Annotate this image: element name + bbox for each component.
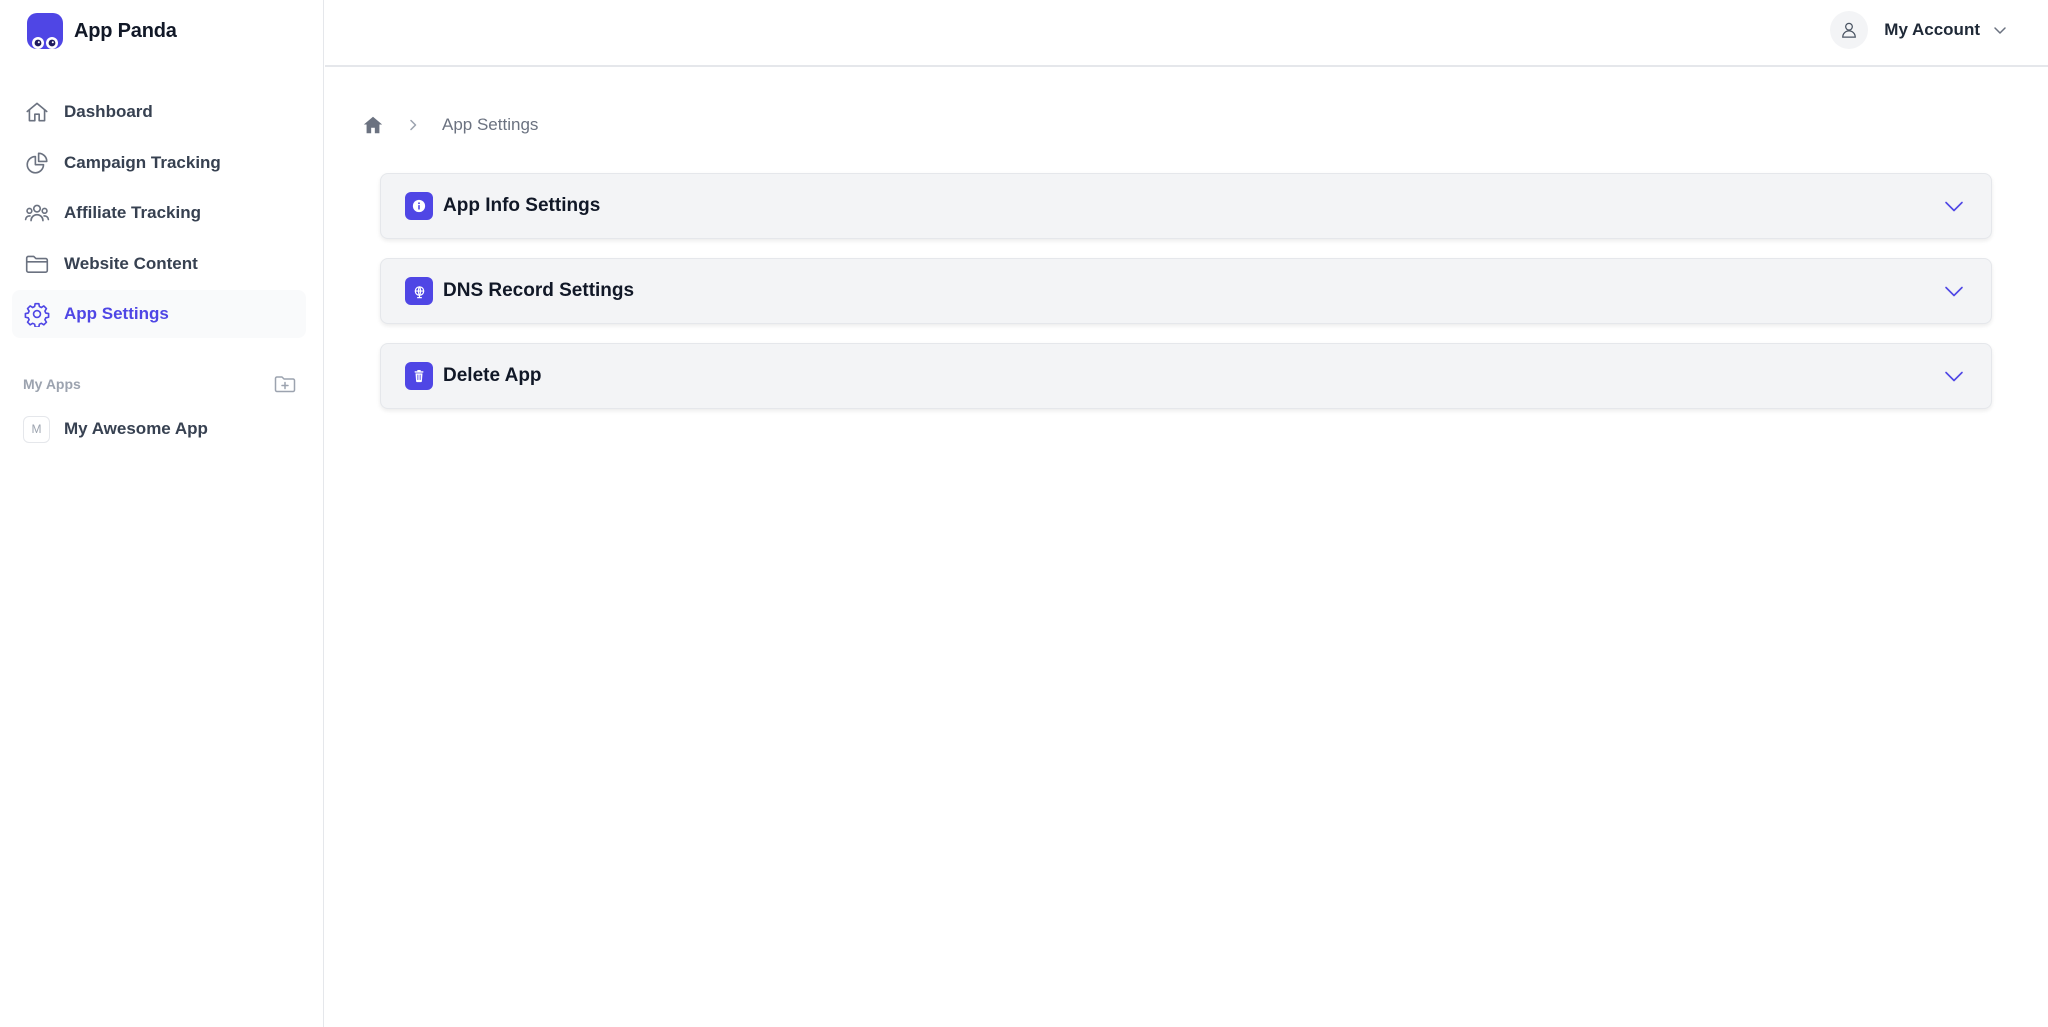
app-initial-badge: M [23,415,50,443]
sidebar-item-label: Affiliate Tracking [64,203,201,222]
my-apps-section-header: My Apps [23,372,297,396]
folder-plus-icon[interactable] [273,372,297,396]
sidebar-item-affiliate-tracking[interactable]: Affiliate Tracking [12,189,306,237]
sidebar-item-label: Dashboard [64,102,153,121]
brand-name: App Panda [74,19,177,42]
my-apps-title: My Apps [23,376,81,392]
chevron-down-icon [1943,195,1965,217]
home-icon [24,99,50,125]
pie-chart-icon [24,150,50,176]
breadcrumb-current: App Settings [442,115,539,134]
section-label: DNS Record Settings [443,280,635,301]
sidebar-item-label: Campaign Tracking [64,152,221,172]
account-menu-button[interactable]: My Account [1830,11,2008,49]
breadcrumb: App Settings [362,112,538,138]
account-label: My Account [1884,20,1980,39]
app-item-my-awesome-app[interactable]: M My Awesome App [23,415,208,443]
trash-icon [405,362,433,390]
app-info-settings-accordion[interactable]: App Info Settings [380,173,1992,239]
section-label: Delete App [443,365,542,386]
sidebar-item-app-settings[interactable]: App Settings [12,290,306,338]
chevron-down-icon [1943,280,1965,302]
panda-logo-icon [26,12,64,50]
chevron-down-icon [1943,365,1965,387]
user-icon [1830,11,1869,49]
folder-icon [24,251,50,277]
home-icon[interactable] [362,114,384,136]
chevron-right-icon [406,118,420,132]
sidebar-item-campaign-tracking[interactable]: Campaign Tracking [12,139,306,187]
chevron-down-icon [1992,22,2008,38]
sidebar-item-label: App Settings [64,304,169,323]
sidebar: App Panda Dashboard Campaign Tracking Af… [0,0,324,1027]
section-label: App Info Settings [443,195,601,216]
brand[interactable]: App Panda [26,12,177,50]
info-icon [405,192,433,220]
users-icon [24,200,50,226]
top-bar: My Account [325,0,2048,67]
gear-icon [24,301,50,327]
sidebar-nav: Dashboard Campaign Tracking Affiliate Tr… [12,88,306,341]
delete-app-accordion[interactable]: Delete App [380,343,1992,409]
dns-record-settings-accordion[interactable]: DNS Record Settings [380,258,1992,324]
sidebar-item-website-content[interactable]: Website Content [12,240,306,288]
globe-icon [405,277,433,305]
app-item-label: My Awesome App [64,419,208,438]
sidebar-item-label: Website Content [64,253,198,273]
sidebar-item-dashboard[interactable]: Dashboard [12,88,306,136]
